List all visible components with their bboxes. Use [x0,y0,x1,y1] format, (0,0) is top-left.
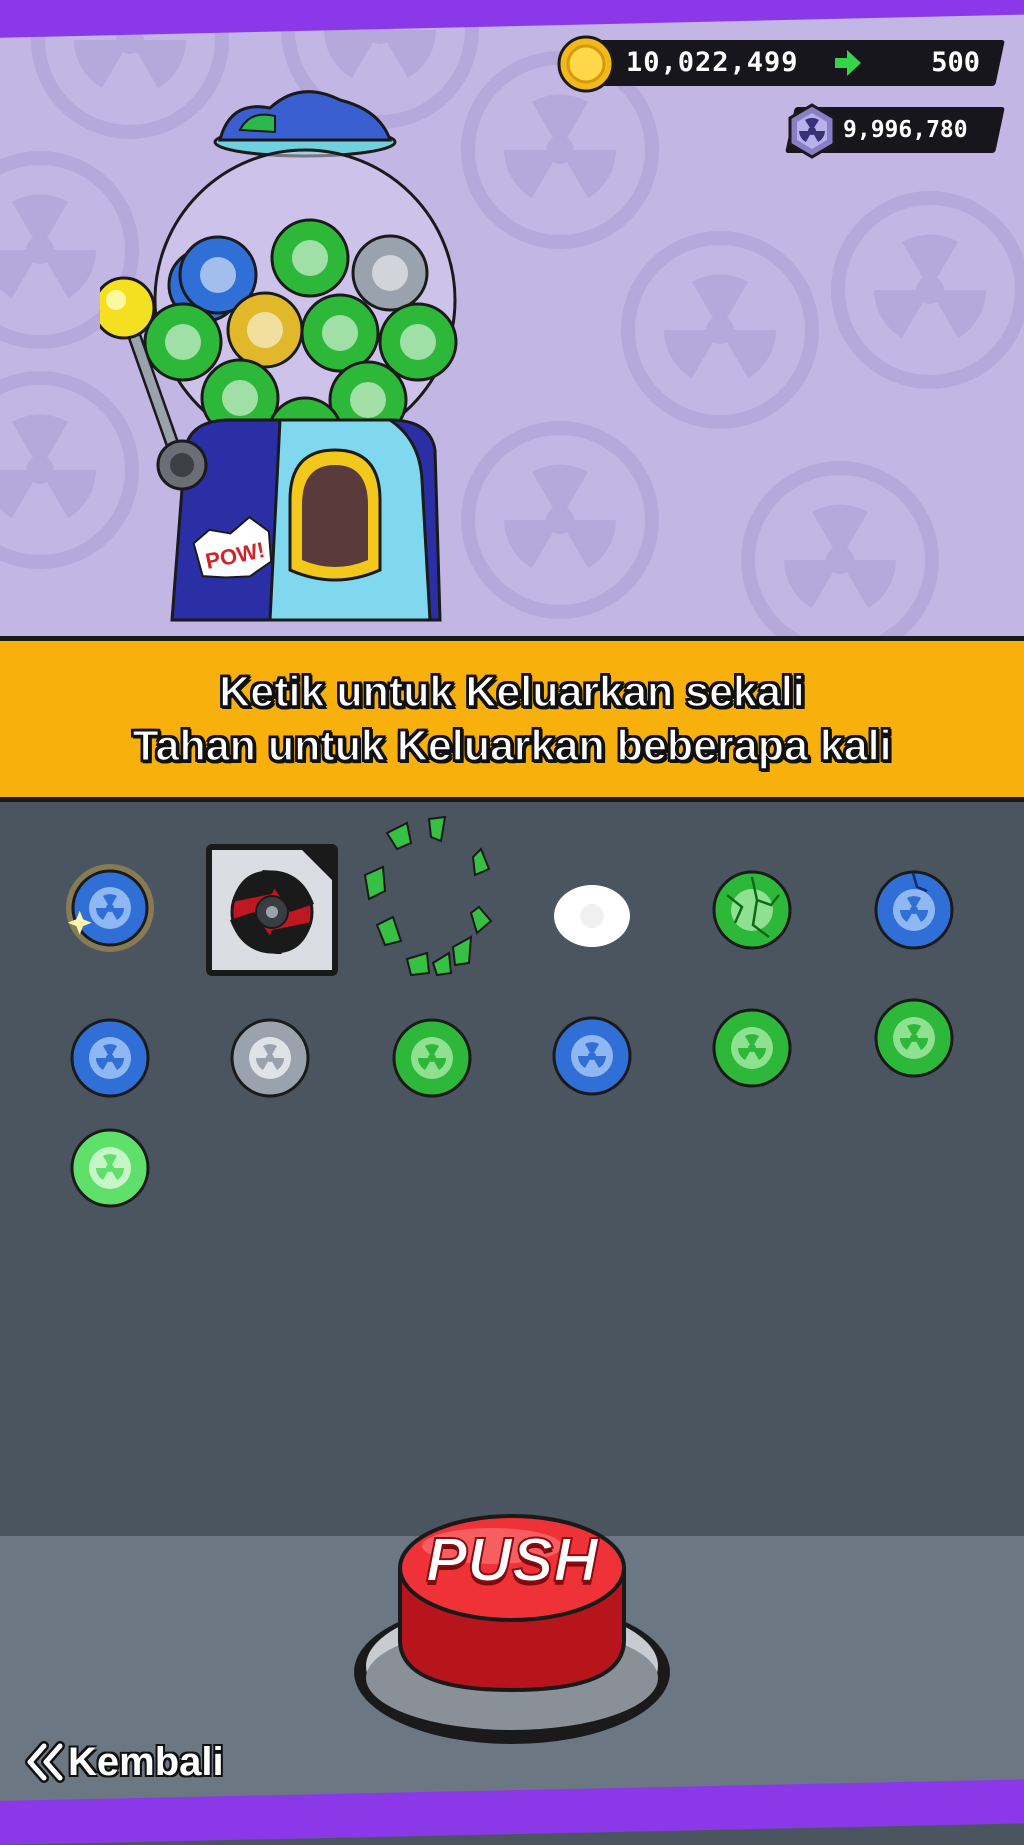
instruction-tap: Ketik untuk Keluarkan sekali [219,667,806,717]
capsule-green[interactable] [707,1003,797,1093]
back-button-label: Kembali [68,1740,224,1784]
green-arrow-icon [835,50,861,76]
push-button[interactable] [352,1500,672,1750]
prize-card-spinning-top[interactable] [202,840,342,980]
capsule-green[interactable] [869,993,959,1083]
capsule-green-cracked[interactable] [707,865,797,955]
instruction-banner: Ketik untuk Keluarkan sekali Tahan untuk… [0,636,1024,802]
radiation-gem-icon [788,103,836,159]
coin-amount: 10,022,499 [626,47,799,78]
gumball-machine[interactable]: POW! [100,80,520,640]
capsule-white-flash[interactable] [547,871,637,961]
capsule-burst-fragments [357,813,507,983]
capsule-blue[interactable] [547,1011,637,1101]
capsule-blue-glowing[interactable] [65,863,155,953]
prize-grid [0,802,1024,1362]
gold-coin-icon [557,35,615,93]
capsule-lightgreen[interactable] [65,1123,155,1213]
instruction-hold: Tahan untuk Keluarkan beberapa kali [132,721,893,771]
coin-gain-amount: 500 [931,47,980,78]
gem-amount: 9,996,780 [843,117,968,143]
capsule-silver[interactable] [225,1013,315,1103]
capsule-blue-cracked[interactable] [869,865,959,955]
capsule-blue[interactable] [65,1013,155,1103]
double-chevron-left-icon [25,1741,65,1783]
capsule-green[interactable] [387,1013,477,1103]
back-button[interactable]: Kembali [24,1736,254,1788]
